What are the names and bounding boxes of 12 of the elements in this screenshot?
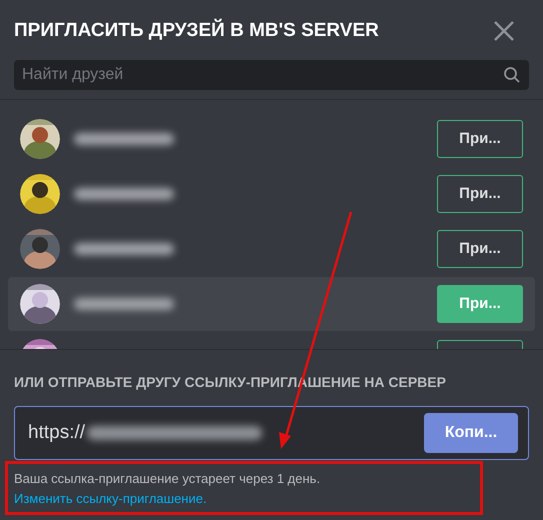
invite-url: https://	[28, 420, 86, 445]
friend-row[interactable]: При...	[8, 222, 535, 276]
friend-row[interactable]: При...	[8, 112, 535, 166]
change-link[interactable]: Изменить ссылку-приглашение.	[14, 491, 207, 506]
invite-button[interactable]: При...	[437, 120, 523, 158]
expiry-note: Ваша ссылка-приглашение устареет через 1 день. Изменить ссылку-приглашение.	[14, 470, 322, 508]
friend-row[interactable]: При...	[8, 167, 535, 221]
invite-link-field[interactable]: https:// Копи...	[14, 406, 529, 460]
invite-button[interactable]: При...	[437, 230, 523, 268]
dialog-title: ПРИГЛАСИТЬ ДРУЗЕЙ В MB'S SERVER	[14, 18, 379, 43]
search-field[interactable]: Найти друзей	[14, 60, 529, 90]
invite-button[interactable]: При...	[437, 175, 523, 213]
